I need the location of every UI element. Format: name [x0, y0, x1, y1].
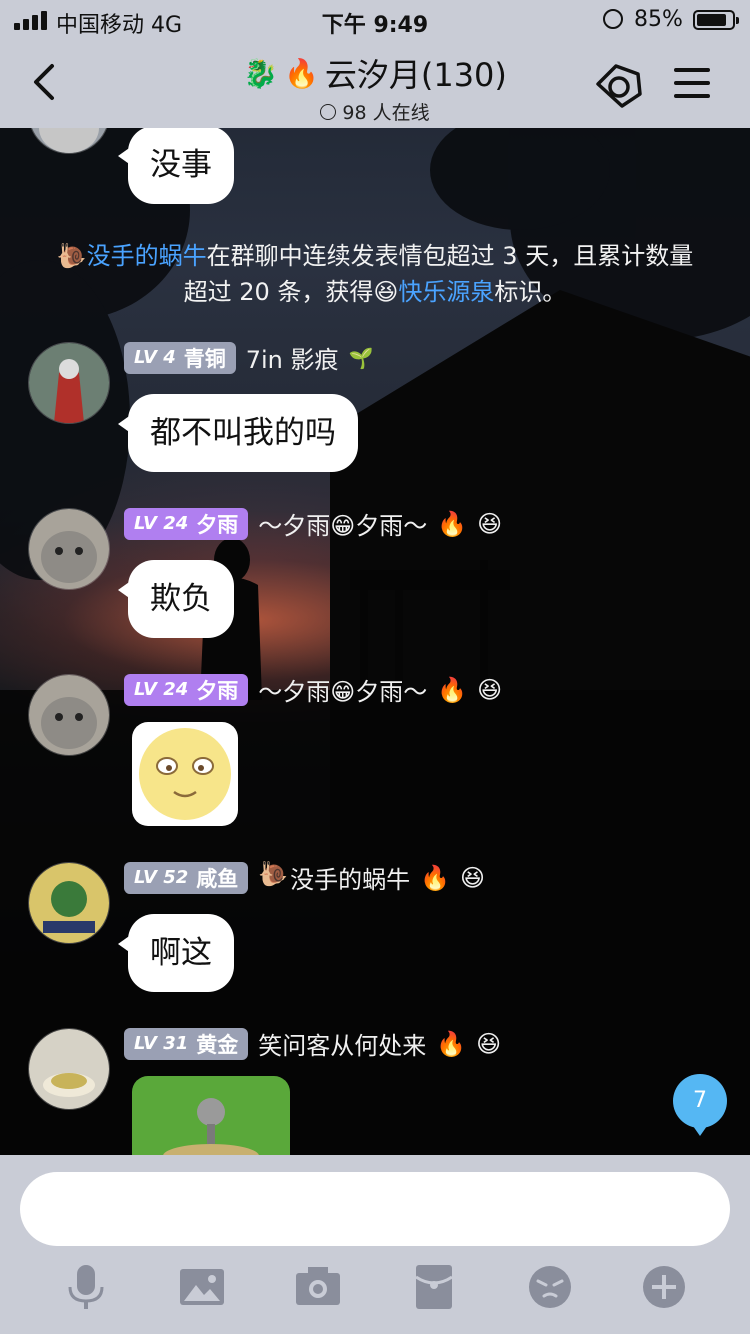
happy-badge-icon: 😆 — [460, 863, 486, 892]
menu-icon[interactable] — [674, 68, 710, 107]
avatar[interactable] — [28, 128, 110, 154]
happy-badge-icon: 😆 — [476, 1029, 502, 1058]
system-notice: 🐌没手的蜗牛在群聊中连续发表情包超过 3 天，且累计数量 超过 20 条，获得😆… — [56, 242, 694, 306]
sprout-icon: 🌱 — [348, 345, 374, 370]
sender-info: LV 31 黄金 笑问客从何处来 🔥 😆 — [124, 1026, 501, 1061]
badge-name-link[interactable]: 快乐源泉 — [398, 278, 494, 306]
message-list[interactable]: 没事 🐌没手的蜗牛在群聊中连续发表情包超过 3 天，且累计数量 超过 20 条，… — [0, 128, 750, 1155]
avatar[interactable] — [28, 508, 110, 590]
rotation-lock-icon — [603, 9, 623, 29]
avatar[interactable] — [28, 862, 110, 944]
sender-info: LV 4 青铜 7in 影痕 🌱 — [124, 340, 373, 375]
camera-icon[interactable] — [294, 1263, 342, 1311]
notice-user-link[interactable]: 没手的蜗牛 — [87, 242, 207, 270]
level-badge: LV 31 黄金 — [124, 1027, 249, 1060]
fire-icon: 🔥 — [437, 675, 468, 704]
plus-icon[interactable] — [640, 1263, 688, 1311]
sender-info: LV 52 咸鱼 🐌 没手的蜗牛 🔥 😆 — [124, 860, 485, 895]
group-title: 🐉 🔥 云汐月(130) — [243, 50, 507, 96]
message-bubble[interactable]: 没事 — [118, 128, 234, 204]
sender-name[interactable]: 笑问客从何处来 — [258, 1026, 426, 1061]
message-bubble[interactable]: 啊这 — [118, 914, 234, 992]
level-badge: LV 52 咸鱼 — [124, 861, 249, 894]
happy-badge-icon: 😆 — [373, 278, 399, 306]
sender-info: LV 24 夕雨 ～夕雨😁夕雨～ 🔥 😆 — [124, 506, 502, 541]
sender-name[interactable]: 7in 影痕 — [246, 340, 339, 375]
microphone-icon[interactable] — [62, 1263, 110, 1311]
sender-name[interactable]: ～夕雨😁夕雨～ — [258, 506, 427, 541]
input-bar — [0, 1155, 750, 1334]
level-badge: LV 4 青铜 — [124, 341, 236, 374]
avatar[interactable] — [28, 1028, 110, 1110]
happy-badge-icon: 😆 — [477, 509, 503, 538]
avatar[interactable] — [28, 342, 110, 424]
battery-icon — [693, 10, 739, 30]
fire-icon: 🔥 — [283, 56, 319, 90]
avatar[interactable] — [28, 674, 110, 756]
sender-name[interactable]: ～夕雨😁夕雨～ — [258, 672, 427, 707]
level-badge: LV 24 夕雨 — [124, 507, 249, 540]
dragon-icon: 🐉 — [243, 56, 278, 90]
level-badge: LV 24 夕雨 — [124, 673, 249, 706]
happy-badge-icon: 😆 — [477, 675, 503, 704]
battery-percent: 85% — [634, 7, 683, 32]
message-bubble[interactable]: 都不叫我的吗 — [118, 394, 358, 472]
chevron-down-icon — [320, 103, 337, 120]
message-bubble[interactable]: 欺负 — [118, 560, 234, 638]
tag-icon[interactable] — [594, 60, 644, 110]
green-sticker[interactable] — [132, 1076, 290, 1155]
image-icon[interactable] — [178, 1263, 226, 1311]
input-toolbar — [0, 1263, 750, 1315]
fire-icon: 🔥 — [437, 509, 468, 538]
snail-icon: 🐌 — [258, 860, 289, 888]
snail-icon: 🐌 — [56, 242, 87, 270]
emoji-icon[interactable] — [526, 1263, 574, 1311]
unread-count-badge[interactable]: 7 — [673, 1074, 727, 1136]
chat-header: 🐉 🔥 云汐月(130) 98 人在线 — [0, 40, 750, 128]
sender-info: LV 24 夕雨 ～夕雨😁夕雨～ 🔥 😆 — [124, 672, 502, 707]
red-packet-icon[interactable] — [410, 1263, 458, 1311]
fire-icon: 🔥 — [436, 1029, 467, 1058]
sender-name[interactable]: 没手的蜗牛 — [290, 860, 410, 895]
fire-icon: 🔥 — [420, 863, 451, 892]
smile-face-sticker[interactable] — [132, 722, 238, 826]
status-bar: 中国移动 4G 下午 9:49 85% — [0, 0, 750, 40]
message-input[interactable] — [20, 1172, 730, 1246]
group-name: 云汐月(130) — [324, 56, 507, 94]
